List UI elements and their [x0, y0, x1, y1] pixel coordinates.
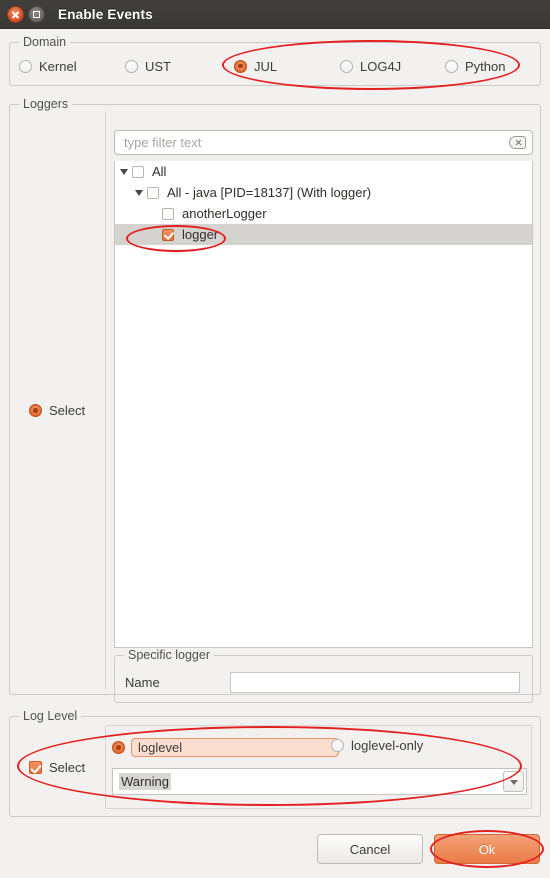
- log-level-mode-loglevel-only[interactable]: loglevel-only: [331, 738, 423, 753]
- tree-row-label: All: [152, 164, 167, 179]
- specific-logger-group: Specific logger Name: [114, 648, 534, 703]
- close-icon[interactable]: [7, 5, 24, 23]
- radio-dot-icon: [125, 59, 138, 73]
- tree-row[interactable]: All - java [PID=18137] (With logger): [115, 182, 532, 203]
- loggers-tree-panel: type filter text All All - java [PID=181…: [110, 118, 534, 703]
- domain-radio-ust[interactable]: UST: [125, 59, 171, 74]
- log-level-combo[interactable]: Warning: [112, 768, 527, 795]
- ok-button[interactable]: Ok: [434, 834, 540, 864]
- tree-checkbox[interactable]: [147, 186, 159, 199]
- domain-radio-jul-label: JUL: [254, 58, 278, 74]
- loggers-group: Loggers Select type filter text All All …: [9, 97, 541, 703]
- radio-dot-icon: [19, 59, 32, 73]
- specific-logger-legend: Specific logger: [124, 648, 214, 662]
- tree-row[interactable]: logger: [115, 224, 532, 245]
- maximize-icon[interactable]: [28, 5, 45, 23]
- radio-dot-icon: [340, 59, 353, 73]
- radio-dot-icon: [331, 739, 344, 752]
- radio-dot-icon: [445, 59, 458, 73]
- domain-radio-ust-label: UST: [145, 58, 171, 74]
- chevron-down-icon[interactable]: [503, 771, 524, 792]
- domain-radio-log4j[interactable]: LOG4J: [340, 59, 401, 74]
- filter-input-wrapper[interactable]: type filter text: [114, 130, 533, 155]
- log-level-inner-panel: loglevel loglevel-only Warning: [105, 725, 532, 809]
- clear-icon[interactable]: [509, 136, 526, 149]
- log-level-combo-value: Warning: [119, 773, 171, 790]
- panel-divider: [105, 111, 106, 689]
- log-level-mode-loglevel[interactable]: loglevel: [112, 738, 339, 757]
- chevron-down-icon[interactable]: [120, 168, 128, 175]
- tree-checkbox[interactable]: [162, 228, 174, 241]
- radio-dot-icon: [112, 741, 125, 754]
- tree-checkbox[interactable]: [162, 207, 174, 220]
- tree-row[interactable]: anotherLogger: [115, 203, 532, 224]
- domain-radio-python[interactable]: Python: [445, 59, 505, 74]
- domain-radio-kernel[interactable]: Kernel: [19, 59, 77, 74]
- title-bar: Enable Events: [0, 0, 550, 29]
- log-level-loglevel-label: loglevel: [131, 738, 339, 757]
- specific-logger-name-row: Name: [115, 670, 534, 695]
- log-level-legend: Log Level: [19, 709, 82, 723]
- loggers-tree[interactable]: All All - java [PID=18137] (With logger)…: [114, 161, 533, 648]
- domain-radio-jul[interactable]: JUL: [234, 59, 277, 74]
- tree-row-label: logger: [182, 227, 219, 242]
- tree-row-label: anotherLogger: [182, 206, 267, 221]
- radio-loglevel[interactable]: [112, 741, 125, 754]
- tree-row[interactable]: All: [115, 161, 532, 182]
- log-level-group: Log Level Select loglevel loglevel-only …: [9, 709, 541, 817]
- domain-group: Domain Kernel UST JUL LOG4J Python: [9, 35, 542, 86]
- loggers-select-label: Select: [49, 403, 86, 418]
- window-title: Enable Events: [58, 6, 153, 22]
- tree-row-label: All - java [PID=18137] (With logger): [167, 185, 372, 200]
- domain-radio-kernel-label: Kernel: [39, 58, 77, 74]
- loggers-select-radio[interactable]: Select: [29, 403, 85, 418]
- domain-radio-python-label: Python: [465, 58, 506, 74]
- tree-checkbox[interactable]: [132, 165, 144, 178]
- log-level-select-label: Select: [49, 760, 86, 775]
- cancel-button[interactable]: Cancel: [317, 834, 423, 864]
- radio-dot-icon: [234, 59, 247, 73]
- specific-logger-name-label: Name: [125, 675, 160, 690]
- domain-legend: Domain: [19, 35, 71, 49]
- loggers-legend: Loggers: [19, 97, 73, 111]
- log-level-select-checkbox[interactable]: Select: [29, 760, 85, 775]
- checkbox-icon: [29, 761, 42, 774]
- domain-options-row: Kernel UST JUL LOG4J Python: [10, 56, 542, 76]
- log-level-loglevel-only-label: loglevel-only: [351, 738, 424, 753]
- chevron-down-icon[interactable]: [135, 189, 143, 196]
- radio-dot-icon: [29, 404, 42, 417]
- domain-radio-log4j-label: LOG4J: [360, 58, 402, 74]
- filter-input[interactable]: type filter text: [124, 135, 509, 150]
- specific-logger-name-input[interactable]: [230, 672, 520, 693]
